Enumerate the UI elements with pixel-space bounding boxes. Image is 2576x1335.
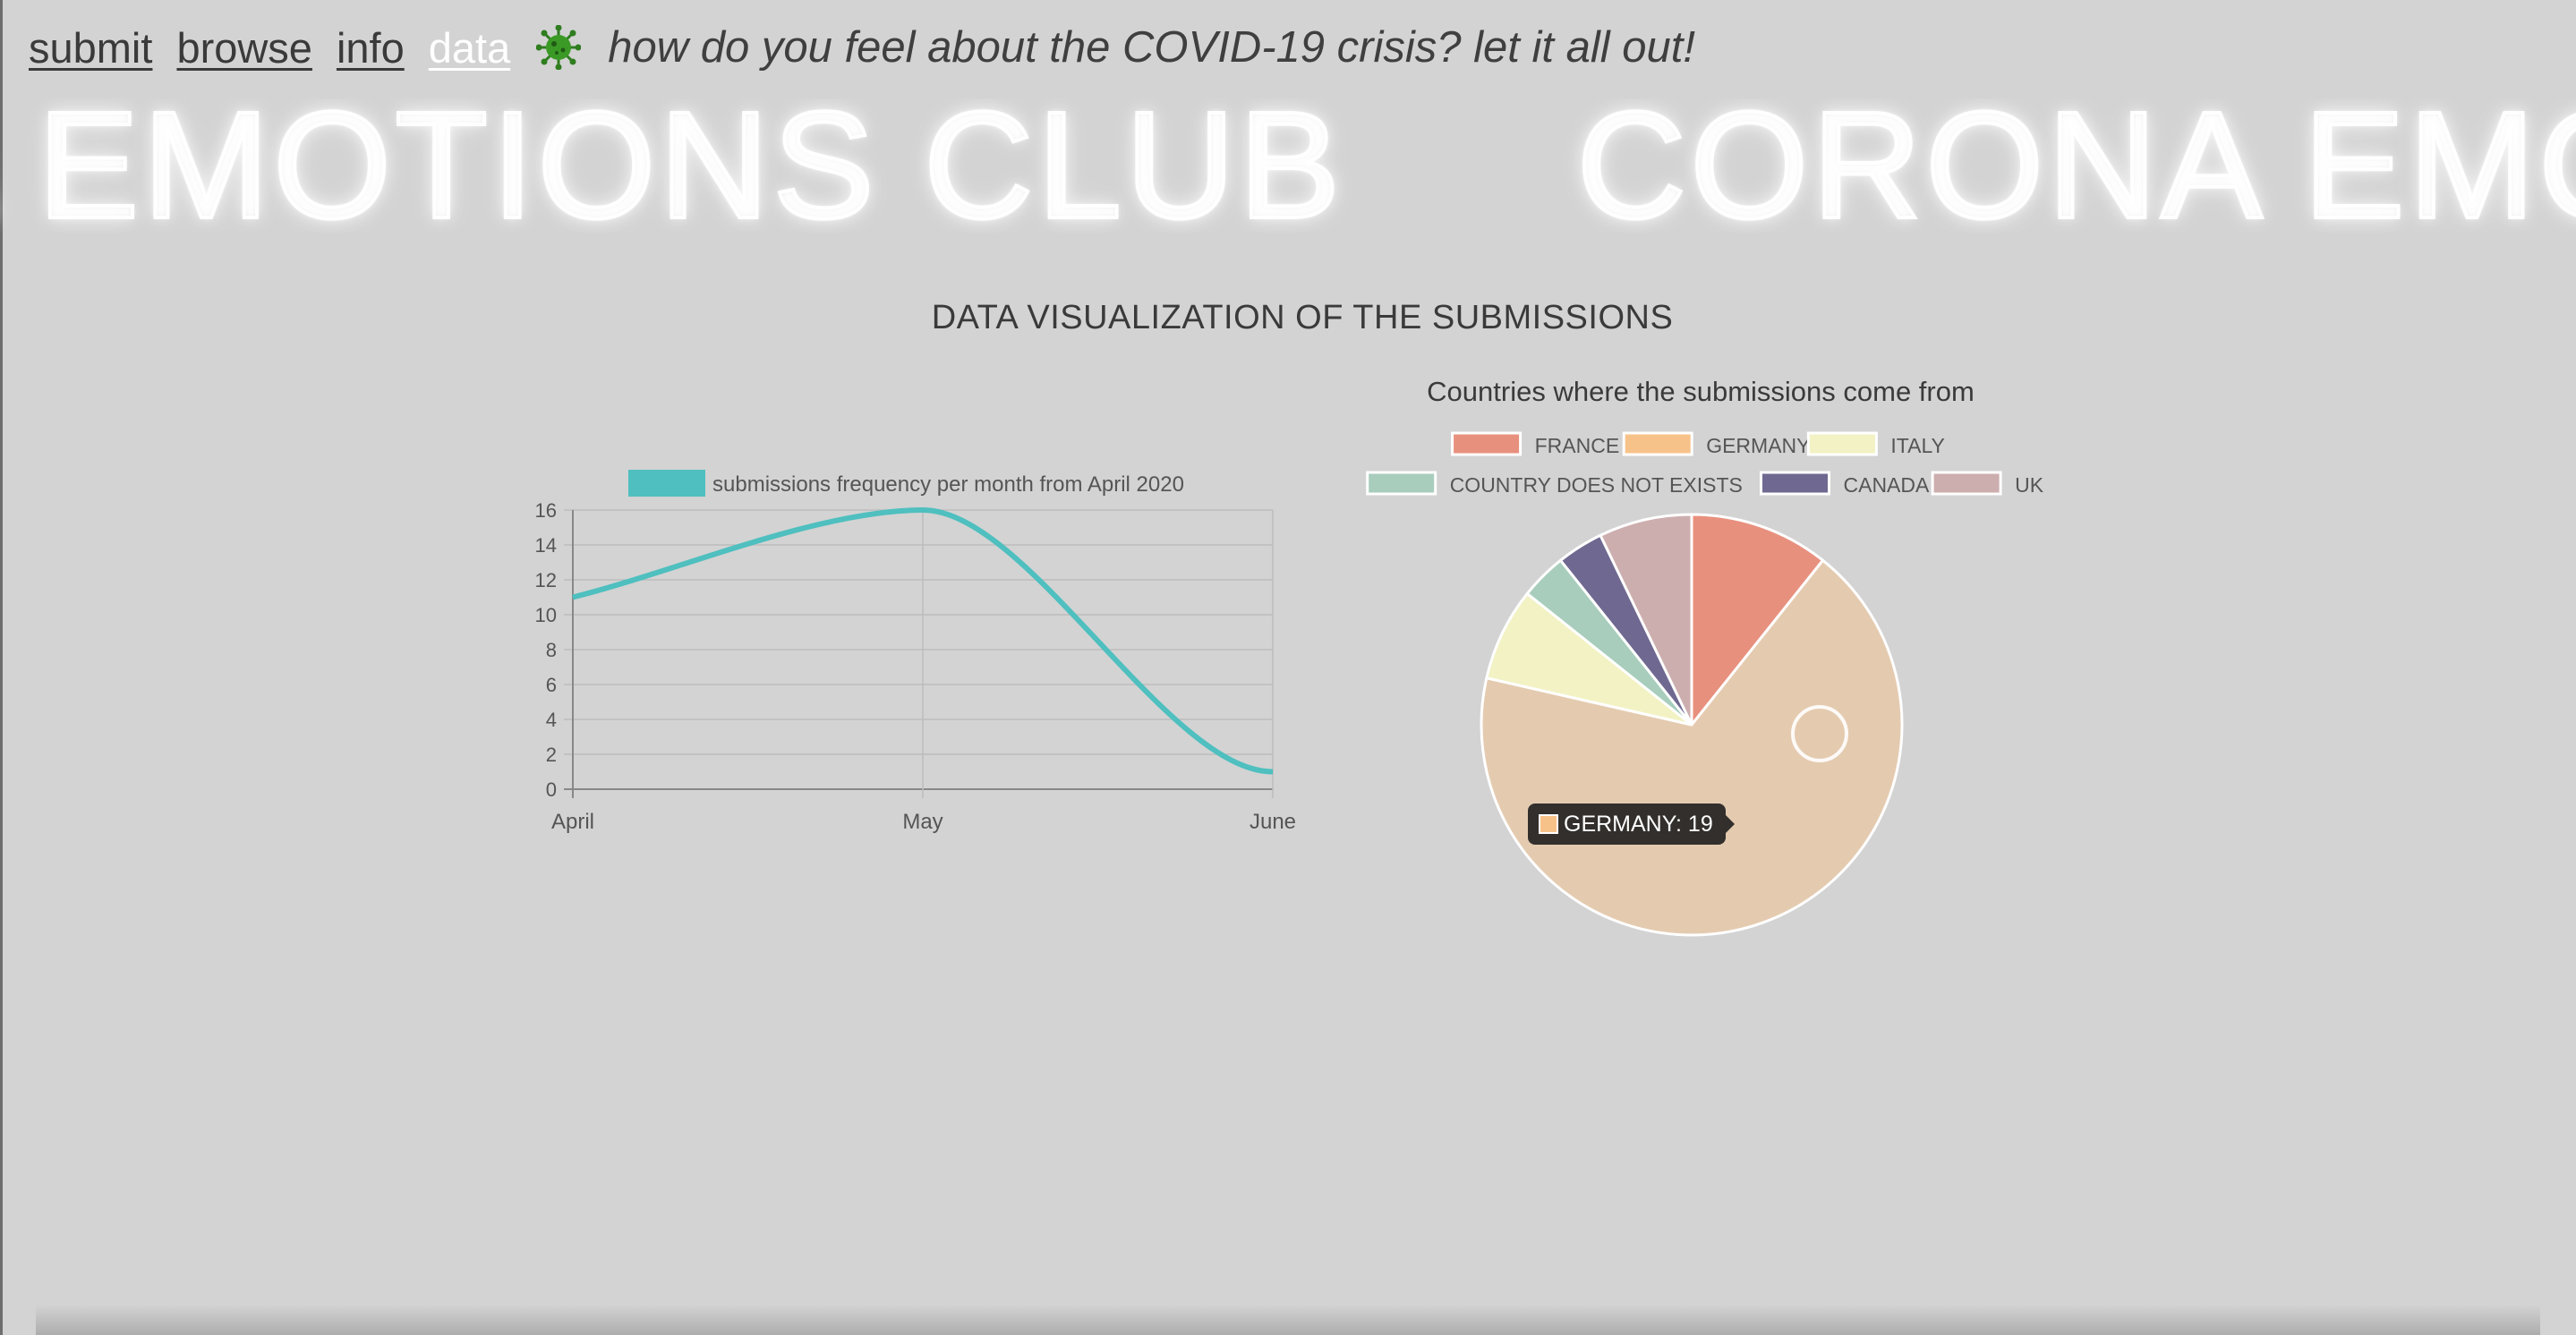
- y-tick-label: 14: [535, 534, 557, 557]
- legend-swatch: [1622, 431, 1693, 456]
- y-tick-label: 10: [535, 604, 557, 626]
- legend-swatch: [1451, 431, 1523, 456]
- y-tick-label: 6: [546, 674, 557, 696]
- chart-tooltip: GERMANY: 19: [1528, 804, 1735, 845]
- y-tick-label: 0: [546, 778, 557, 801]
- legend-swatch: [1366, 471, 1437, 496]
- x-tick-label: May: [902, 810, 943, 834]
- y-tick-label: 8: [546, 639, 557, 661]
- legend-swatch: [1931, 471, 2002, 496]
- legend-label: FRANCE: [1535, 434, 1620, 457]
- banner-text: CORONA EMOTIONS CLUB: [0, 98, 1344, 233]
- x-tick-label: April: [551, 810, 594, 834]
- y-tick-label: 2: [546, 744, 557, 766]
- pie-chart: Countries where the submissions come fro…: [1366, 376, 2044, 937]
- nav-submit-link[interactable]: submit: [29, 23, 152, 72]
- legend-swatch: [1806, 431, 1878, 456]
- tooltip-swatch: [1539, 814, 1558, 834]
- legend-label: CANADA: [1844, 473, 1931, 497]
- y-tick-label: 4: [546, 709, 557, 731]
- pie-title: Countries where the submissions come fro…: [1427, 376, 1975, 407]
- banner-text-row: CORONA EMOTIONS CLUB CORONA EMOTIONS CLUB: [0, 98, 2576, 233]
- nav-browse-link[interactable]: browse: [176, 23, 312, 72]
- legend-label: UK: [2015, 473, 2044, 497]
- virus-icon: [536, 25, 582, 70]
- legend-label: submissions frequency per month from Apr…: [712, 472, 1184, 497]
- tagline: how do you feel about the COVID-19 crisi…: [608, 23, 1695, 72]
- legend-swatch: [1760, 471, 1830, 496]
- y-tick-label: 16: [535, 499, 557, 522]
- legend-label: GERMANY: [1706, 434, 1810, 457]
- line-chart: submissions frequency per month from Apr…: [535, 470, 1296, 834]
- top-nav: submit browse info data how do you feel …: [29, 16, 1695, 79]
- nav-info-link[interactable]: info: [337, 23, 405, 72]
- legend-swatch: [628, 470, 705, 497]
- y-tick-label: 12: [535, 569, 557, 591]
- tooltip-label: GERMANY: 19: [1564, 811, 1713, 837]
- series-point: [922, 509, 924, 511]
- legend-label: COUNTRY DOES NOT EXISTS: [1450, 473, 1743, 497]
- section-title: DATA VISUALIZATION OF THE SUBMISSIONS: [931, 299, 1674, 336]
- x-tick-label: June: [1250, 810, 1296, 834]
- series-point: [1272, 771, 1274, 772]
- scrolling-banner: CORONA EMOTIONS CLUB CORONA EMOTIONS CLUB: [0, 98, 2576, 233]
- series-point: [572, 597, 574, 598]
- banner-text-repeat: CORONA EMOTIONS CLUB: [1574, 98, 2576, 233]
- bottom-shadow: [36, 1305, 2540, 1335]
- nav-data-link[interactable]: data: [429, 23, 510, 72]
- legend-label: ITALY: [1890, 434, 1945, 457]
